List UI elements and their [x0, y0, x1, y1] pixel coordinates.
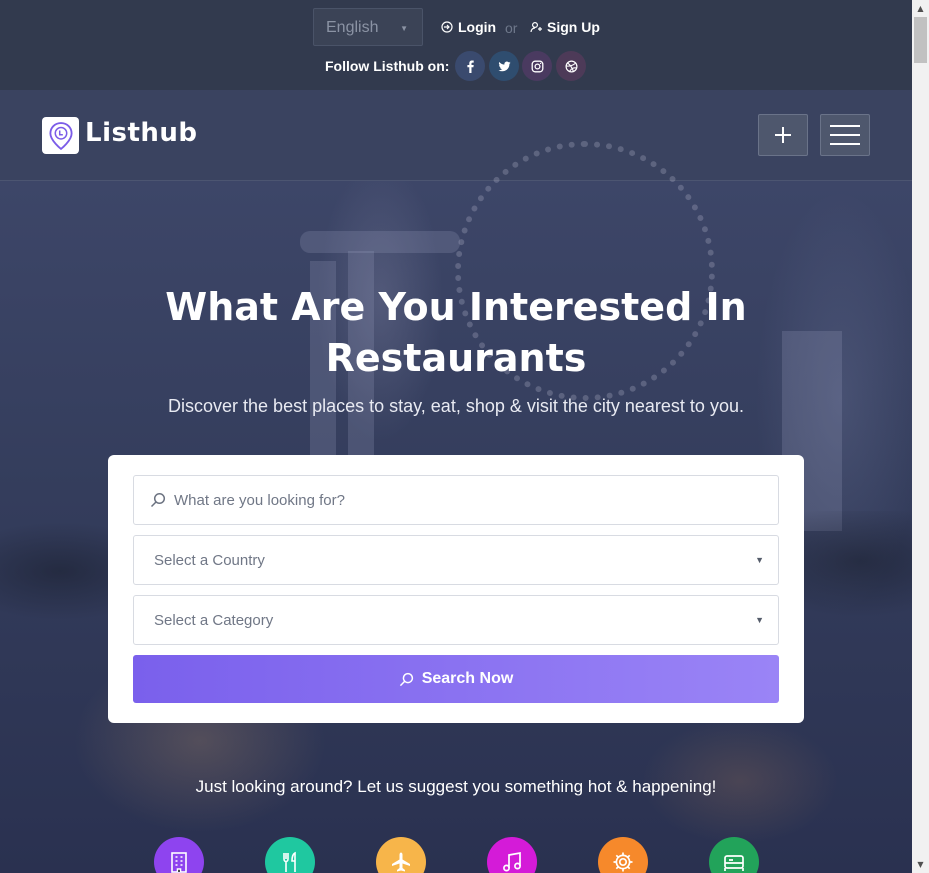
signup-link[interactable]: Sign Up — [530, 19, 600, 35]
hero-title-line1: What Are You Interested In — [165, 285, 747, 329]
search-icon — [399, 672, 413, 686]
facebook-icon — [466, 60, 474, 73]
scroll-up-arrow-icon[interactable]: ▲ — [912, 0, 929, 17]
dribbble-icon — [564, 59, 578, 73]
instagram-icon — [531, 60, 543, 72]
music-icon — [503, 851, 521, 872]
login-link[interactable]: Login — [441, 19, 496, 35]
page: English ▼ Login or Sign Up Follow Listhu… — [0, 0, 912, 873]
chevron-down-icon: ▼ — [400, 24, 408, 33]
keyword-input[interactable]: What are you looking for? — [133, 475, 779, 525]
category-stay-button[interactable] — [709, 837, 759, 873]
restaurant-icon — [283, 851, 296, 872]
site-header: Listhub — [0, 90, 912, 181]
add-listing-button[interactable] — [758, 114, 808, 156]
logo-mark[interactable] — [42, 117, 79, 154]
twitter-link[interactable] — [489, 51, 519, 81]
suggest-text: Just looking around? Let us suggest you … — [195, 777, 717, 796]
plus-icon — [775, 127, 791, 143]
login-label: Login — [458, 19, 497, 35]
search-icon — [150, 492, 166, 508]
country-placeholder: Select a Country — [154, 552, 265, 569]
twitter-icon — [498, 61, 510, 71]
hero-section: What Are You Interested In Restaurants D… — [0, 141, 912, 873]
country-select[interactable]: Select a Country ▼ — [133, 535, 779, 585]
building-icon — [171, 852, 187, 873]
background-skypark — [300, 231, 460, 253]
hero-subtitle: Discover the best places to stay, eat, s… — [168, 396, 744, 416]
category-travel-button[interactable] — [376, 837, 426, 873]
category-services-button[interactable] — [598, 837, 648, 873]
chevron-down-icon: ▼ — [755, 555, 764, 565]
gear-icon — [613, 852, 633, 872]
scroll-down-arrow-icon[interactable]: ▼ — [912, 856, 929, 873]
category-placeholder: Select a Category — [154, 612, 274, 629]
language-value: English — [326, 19, 379, 36]
hero-title: What Are You Interested In Restaurants — [0, 282, 912, 384]
user-add-icon — [530, 21, 542, 33]
scroll-thumb[interactable] — [914, 17, 927, 63]
category-restaurants-button[interactable] — [265, 837, 315, 873]
top-bar: English ▼ Login or Sign Up Follow Listhu… — [0, 0, 912, 90]
category-hotels-button[interactable] — [154, 837, 204, 873]
hero-title-line2: Restaurants — [325, 336, 587, 380]
map-pin-icon — [48, 121, 73, 150]
chevron-down-icon: ▼ — [755, 615, 764, 625]
or-separator: or — [505, 20, 518, 36]
hamburger-menu-icon — [830, 125, 860, 145]
menu-button[interactable] — [820, 114, 870, 156]
logo-text[interactable]: Listhub — [85, 118, 198, 148]
instagram-link[interactable] — [522, 51, 552, 81]
follow-label: Follow Listhub on: — [325, 58, 450, 74]
vertical-scrollbar[interactable]: ▲ ▼ — [912, 0, 929, 873]
login-icon — [441, 21, 453, 33]
bed-icon — [724, 855, 744, 871]
airplane-icon — [392, 852, 410, 872]
search-now-label: Search Now — [421, 670, 514, 687]
signup-label: Sign Up — [547, 19, 600, 35]
category-select[interactable]: Select a Category ▼ — [133, 595, 779, 645]
dribbble-link[interactable] — [556, 51, 586, 81]
facebook-link[interactable] — [455, 51, 485, 81]
keyword-placeholder: What are you looking for? — [174, 492, 345, 509]
category-music-button[interactable] — [487, 837, 537, 873]
language-select[interactable]: English ▼ — [313, 8, 423, 46]
search-now-button[interactable]: Search Now — [133, 655, 779, 703]
search-card: What are you looking for? Select a Count… — [108, 455, 804, 723]
